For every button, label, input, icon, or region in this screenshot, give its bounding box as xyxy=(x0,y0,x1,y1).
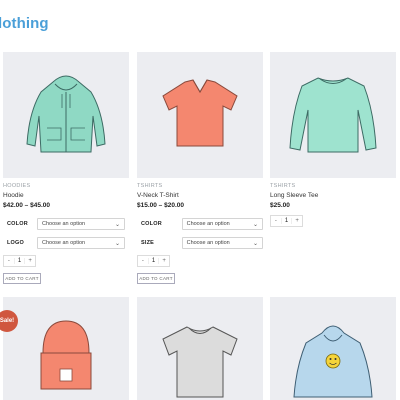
variation-label-logo: LOGO xyxy=(7,239,24,246)
add-to-cart-button[interactable]: ADD TO CART xyxy=(3,273,41,284)
size-select[interactable]: Choose an option ⌄ xyxy=(181,236,263,249)
color-select[interactable]: Choose an option ⌄ xyxy=(37,217,125,230)
logo-select[interactable]: Choose an option ⌄ xyxy=(37,236,125,249)
variation-label-color: COLOR xyxy=(7,220,28,227)
tshirt-icon xyxy=(162,326,238,398)
qty-value[interactable]: 1 xyxy=(13,258,26,264)
select-value: Choose an option xyxy=(42,239,86,246)
variation-label-color: COLOR xyxy=(141,220,162,227)
qty-value[interactable]: 1 xyxy=(280,218,293,224)
qty-minus-button[interactable]: - xyxy=(138,258,148,264)
chevron-down-icon: ⌄ xyxy=(114,240,120,247)
product-image-long-sleeve-tee[interactable] xyxy=(270,52,396,178)
product-card-hoodie-with-logo xyxy=(270,297,396,400)
product-card-hoodie: HOODIES Hoodie $42.00 – $45.00 COLOR Cho… xyxy=(3,52,129,284)
select-value: Choose an option xyxy=(186,239,230,246)
hoodie-icon xyxy=(26,75,106,153)
product-price: $42.00 – $45.00 xyxy=(3,202,50,209)
product-image-hoodie[interactable] xyxy=(3,52,129,178)
product-name-link[interactable]: Hoodie xyxy=(3,192,129,199)
product-image-vneck-tshirt[interactable] xyxy=(137,52,263,178)
qty-plus-button[interactable]: + xyxy=(25,258,35,264)
beanie-icon xyxy=(40,320,92,390)
qty-plus-button[interactable]: + xyxy=(159,258,169,264)
product-name-link[interactable]: Long Sleeve Tee xyxy=(270,192,396,199)
select-value: Choose an option xyxy=(42,220,86,227)
product-name-link[interactable]: V-Neck T-Shirt xyxy=(137,192,263,199)
product-image-beanie[interactable] xyxy=(3,297,129,400)
product-category: TSHIRTS xyxy=(137,183,163,189)
product-card-beanie xyxy=(3,297,129,400)
product-image-tshirt[interactable] xyxy=(137,297,263,400)
long-sleeve-tee-icon xyxy=(289,77,377,153)
product-image-hoodie-with-logo[interactable] xyxy=(270,297,396,400)
qty-value[interactable]: 1 xyxy=(147,258,160,264)
product-category: HOODIES xyxy=(3,183,31,189)
product-price: $25.00 xyxy=(270,202,290,209)
product-card-long-sleeve-tee: TSHIRTS Long Sleeve Tee $25.00 - 1 + xyxy=(270,52,396,227)
product-card-vneck-tshirt: TSHIRTS V-Neck T-Shirt $15.00 – $20.00 C… xyxy=(137,52,263,284)
quantity-stepper[interactable]: - 1 + xyxy=(3,255,36,267)
page-title: lothing xyxy=(0,15,49,32)
product-card-tshirt xyxy=(137,297,263,400)
qty-plus-button[interactable]: + xyxy=(292,218,302,224)
product-price: $15.00 – $20.00 xyxy=(137,202,184,209)
chevron-down-icon: ⌄ xyxy=(252,240,258,247)
chevron-down-icon: ⌄ xyxy=(252,221,258,228)
chevron-down-icon: ⌄ xyxy=(114,221,120,228)
select-value: Choose an option xyxy=(186,220,230,227)
quantity-stepper[interactable]: - 1 + xyxy=(270,215,303,227)
color-select[interactable]: Choose an option ⌄ xyxy=(181,217,263,230)
vneck-tshirt-icon xyxy=(162,79,238,147)
hoodie-with-logo-icon xyxy=(293,325,373,398)
quantity-stepper[interactable]: - 1 + xyxy=(137,255,170,267)
qty-minus-button[interactable]: - xyxy=(4,258,14,264)
qty-minus-button[interactable]: - xyxy=(271,218,281,224)
add-to-cart-button[interactable]: ADD TO CART xyxy=(137,273,175,284)
variation-label-size: SIZE xyxy=(141,239,155,246)
product-category: TSHIRTS xyxy=(270,183,296,189)
